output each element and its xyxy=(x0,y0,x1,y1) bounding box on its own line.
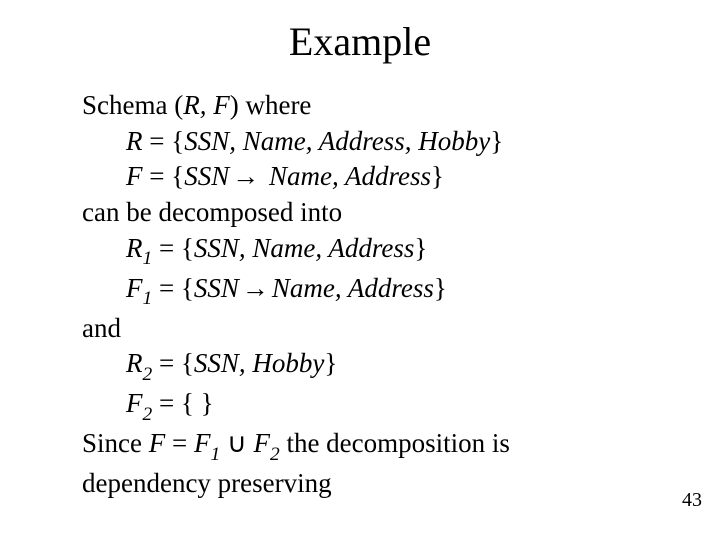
arrow-icon: → xyxy=(229,159,262,195)
line-since: Since F = F1 ∪ F2 the decomposition is xyxy=(82,426,660,466)
var-F2: F xyxy=(126,388,143,418)
text: } xyxy=(324,348,337,378)
var-F1: F xyxy=(194,428,211,458)
fd-rhs: Name, Address xyxy=(272,273,434,303)
set-R2: SSN, Hobby xyxy=(194,348,325,378)
fd-lhs: SSN xyxy=(194,273,239,303)
text: = xyxy=(165,428,194,458)
text: Schema ( xyxy=(82,90,183,120)
sub-2: 2 xyxy=(143,364,153,385)
line-R-def: R = {SSN, Name, Address, Hobby} xyxy=(82,124,660,160)
line-F2-def: F2 = { } xyxy=(82,386,660,426)
sub-1: 1 xyxy=(143,248,153,269)
var-R1: R xyxy=(126,233,143,263)
text: = { xyxy=(143,161,185,191)
slide-title: Example xyxy=(0,18,720,65)
text: = { } xyxy=(152,388,213,418)
sub-2: 2 xyxy=(270,444,280,465)
text: the decomposition is xyxy=(280,428,510,458)
text: } xyxy=(490,126,503,156)
var-F2: F xyxy=(253,428,270,458)
var-R: R xyxy=(126,126,143,156)
line-F1-def: F1 = {SSN→Name, Address} xyxy=(82,271,660,311)
sub-1: 1 xyxy=(210,444,220,465)
text: = { xyxy=(143,126,185,156)
slide: Example Schema (R, F) where R = {SSN, Na… xyxy=(0,0,720,540)
page-number: 43 xyxy=(682,489,702,512)
var-RF: R, F xyxy=(183,90,230,120)
text: = { xyxy=(152,273,194,303)
set-R: SSN, Name, Address, Hobby xyxy=(184,126,490,156)
fd-rhs: Name, Address xyxy=(262,161,431,191)
var-R2: R xyxy=(126,348,143,378)
fd-lhs: SSN xyxy=(184,161,229,191)
var-F1: F xyxy=(126,273,143,303)
text: = { xyxy=(152,233,194,263)
line-F-def: F = {SSN→ Name, Address} xyxy=(82,159,660,195)
sub-1: 1 xyxy=(143,288,153,309)
slide-body: Schema (R, F) where R = {SSN, Name, Addr… xyxy=(82,88,660,502)
text: = { xyxy=(152,348,194,378)
union-icon: ∪ xyxy=(220,428,253,458)
line-R1-def: R1 = {SSN, Name, Address} xyxy=(82,231,660,271)
text: ) where xyxy=(230,90,312,120)
text: Since xyxy=(82,428,149,458)
text: } xyxy=(431,161,444,191)
line-and: and xyxy=(82,311,660,347)
line-decomposed: can be decomposed into xyxy=(82,195,660,231)
line-schema: Schema (R, F) where xyxy=(82,88,660,124)
var-F: F xyxy=(126,161,143,191)
line-R2-def: R2 = {SSN, Hobby} xyxy=(82,346,660,386)
arrow-icon: → xyxy=(239,271,272,307)
text: } xyxy=(414,233,427,263)
var-F: F xyxy=(149,428,166,458)
line-conclusion: dependency preserving xyxy=(82,466,660,502)
sub-2: 2 xyxy=(143,404,153,425)
set-R1: SSN, Name, Address xyxy=(194,233,415,263)
text: } xyxy=(434,273,447,303)
